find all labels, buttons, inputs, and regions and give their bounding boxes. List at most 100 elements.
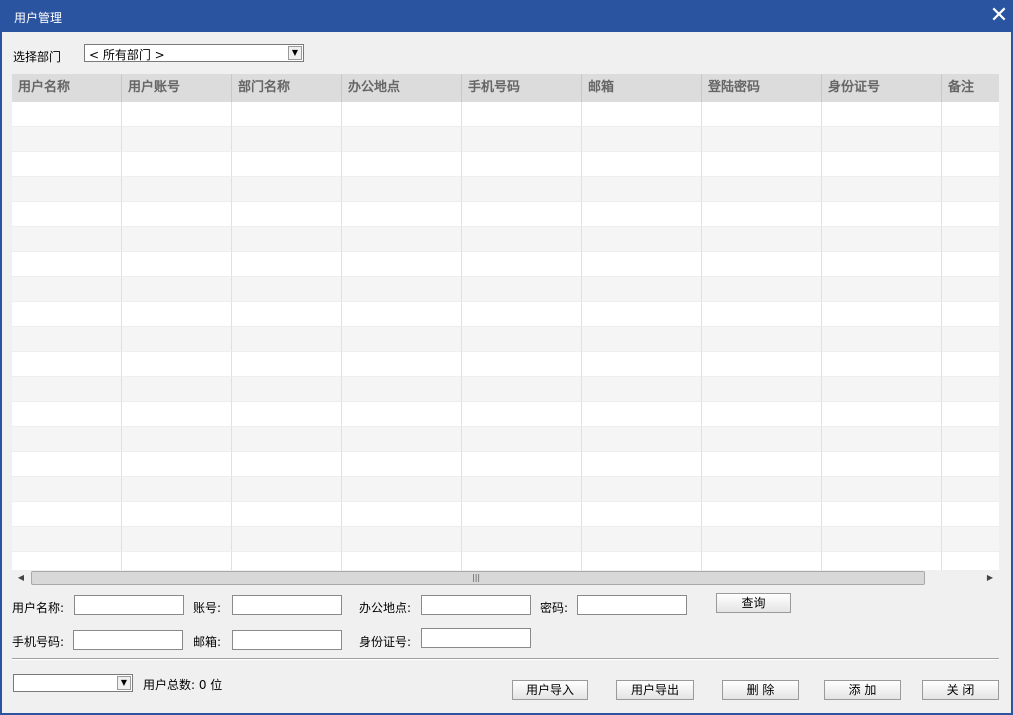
table-cell[interactable] (232, 377, 342, 402)
table-cell[interactable] (942, 552, 999, 570)
table-cell[interactable] (582, 102, 702, 127)
table-cell[interactable] (582, 552, 702, 570)
table-cell[interactable] (232, 502, 342, 527)
table-cell[interactable] (342, 377, 462, 402)
table-cell[interactable] (822, 352, 942, 377)
table-cell[interactable] (702, 377, 822, 402)
table-cell[interactable] (582, 352, 702, 377)
table-cell[interactable] (232, 102, 342, 127)
id-number-input[interactable] (421, 628, 531, 648)
table-cell[interactable] (232, 327, 342, 352)
table-cell[interactable] (462, 502, 582, 527)
table-cell[interactable] (122, 227, 232, 252)
table-cell[interactable] (12, 452, 122, 477)
table-row[interactable] (12, 152, 999, 177)
table-cell[interactable] (822, 377, 942, 402)
table-cell[interactable] (942, 252, 999, 277)
dept-select[interactable]: < 所有部门 > ▼ (84, 44, 304, 62)
table-cell[interactable] (342, 477, 462, 502)
table-cell[interactable] (582, 377, 702, 402)
table-cell[interactable] (232, 427, 342, 452)
table-cell[interactable] (942, 477, 999, 502)
table-cell[interactable] (122, 202, 232, 227)
table-cell[interactable] (122, 102, 232, 127)
table-cell[interactable] (122, 402, 232, 427)
table-cell[interactable] (342, 527, 462, 552)
table-cell[interactable] (822, 477, 942, 502)
table-cell[interactable] (122, 177, 232, 202)
table-cell[interactable] (342, 152, 462, 177)
table-cell[interactable] (12, 127, 122, 152)
table-cell[interactable] (582, 452, 702, 477)
table-cell[interactable] (122, 327, 232, 352)
table-cell[interactable] (122, 152, 232, 177)
table-cell[interactable] (232, 177, 342, 202)
horizontal-scrollbar[interactable]: ◀ ||| ▶ (12, 570, 999, 586)
chevron-down-icon[interactable]: ▼ (288, 46, 302, 60)
column-header-phone[interactable]: 手机号码 (462, 74, 582, 102)
table-cell[interactable] (822, 202, 942, 227)
table-cell[interactable] (702, 502, 822, 527)
table-cell[interactable] (942, 402, 999, 427)
table-cell[interactable] (702, 527, 822, 552)
table-row[interactable] (12, 377, 999, 402)
user-table[interactable]: 用户名称 用户账号 部门名称 办公地点 手机号码 邮箱 登陆密码 身份证号 备注 (12, 74, 999, 570)
table-cell[interactable] (342, 327, 462, 352)
table-cell[interactable] (942, 452, 999, 477)
table-cell[interactable] (582, 127, 702, 152)
table-row[interactable] (12, 227, 999, 252)
table-cell[interactable] (342, 177, 462, 202)
table-cell[interactable] (702, 152, 822, 177)
table-cell[interactable] (462, 402, 582, 427)
table-row[interactable] (12, 352, 999, 377)
office-input[interactable] (421, 595, 531, 615)
table-cell[interactable] (122, 352, 232, 377)
table-cell[interactable] (12, 352, 122, 377)
table-cell[interactable] (342, 277, 462, 302)
table-cell[interactable] (702, 427, 822, 452)
table-cell[interactable] (232, 252, 342, 277)
table-cell[interactable] (942, 102, 999, 127)
table-cell[interactable] (942, 327, 999, 352)
table-cell[interactable] (822, 177, 942, 202)
close-button[interactable]: 关 闭 (922, 680, 999, 700)
table-cell[interactable] (122, 127, 232, 152)
table-cell[interactable] (122, 377, 232, 402)
table-cell[interactable] (822, 152, 942, 177)
table-cell[interactable] (462, 377, 582, 402)
chevron-down-icon[interactable]: ▼ (117, 676, 131, 690)
close-icon[interactable]: ✕ (988, 5, 1010, 27)
table-row[interactable] (12, 252, 999, 277)
table-cell[interactable] (942, 227, 999, 252)
table-cell[interactable] (12, 552, 122, 570)
table-cell[interactable] (822, 452, 942, 477)
table-cell[interactable] (342, 502, 462, 527)
email-input[interactable] (232, 630, 342, 650)
table-cell[interactable] (702, 252, 822, 277)
table-cell[interactable] (342, 127, 462, 152)
table-cell[interactable] (342, 427, 462, 452)
table-cell[interactable] (232, 552, 342, 570)
table-cell[interactable] (942, 277, 999, 302)
table-cell[interactable] (942, 502, 999, 527)
table-cell[interactable] (12, 227, 122, 252)
table-cell[interactable] (12, 277, 122, 302)
table-cell[interactable] (462, 152, 582, 177)
table-row[interactable] (12, 552, 999, 570)
table-cell[interactable] (942, 202, 999, 227)
table-cell[interactable] (942, 152, 999, 177)
table-cell[interactable] (582, 477, 702, 502)
table-cell[interactable] (822, 302, 942, 327)
table-cell[interactable] (702, 552, 822, 570)
table-cell[interactable] (232, 227, 342, 252)
table-cell[interactable] (582, 502, 702, 527)
table-cell[interactable] (122, 252, 232, 277)
table-cell[interactable] (232, 477, 342, 502)
table-cell[interactable] (582, 252, 702, 277)
query-button[interactable]: 查询 (716, 593, 791, 613)
table-cell[interactable] (942, 527, 999, 552)
table-cell[interactable] (232, 277, 342, 302)
table-row[interactable] (12, 127, 999, 152)
table-cell[interactable] (462, 227, 582, 252)
table-cell[interactable] (702, 277, 822, 302)
